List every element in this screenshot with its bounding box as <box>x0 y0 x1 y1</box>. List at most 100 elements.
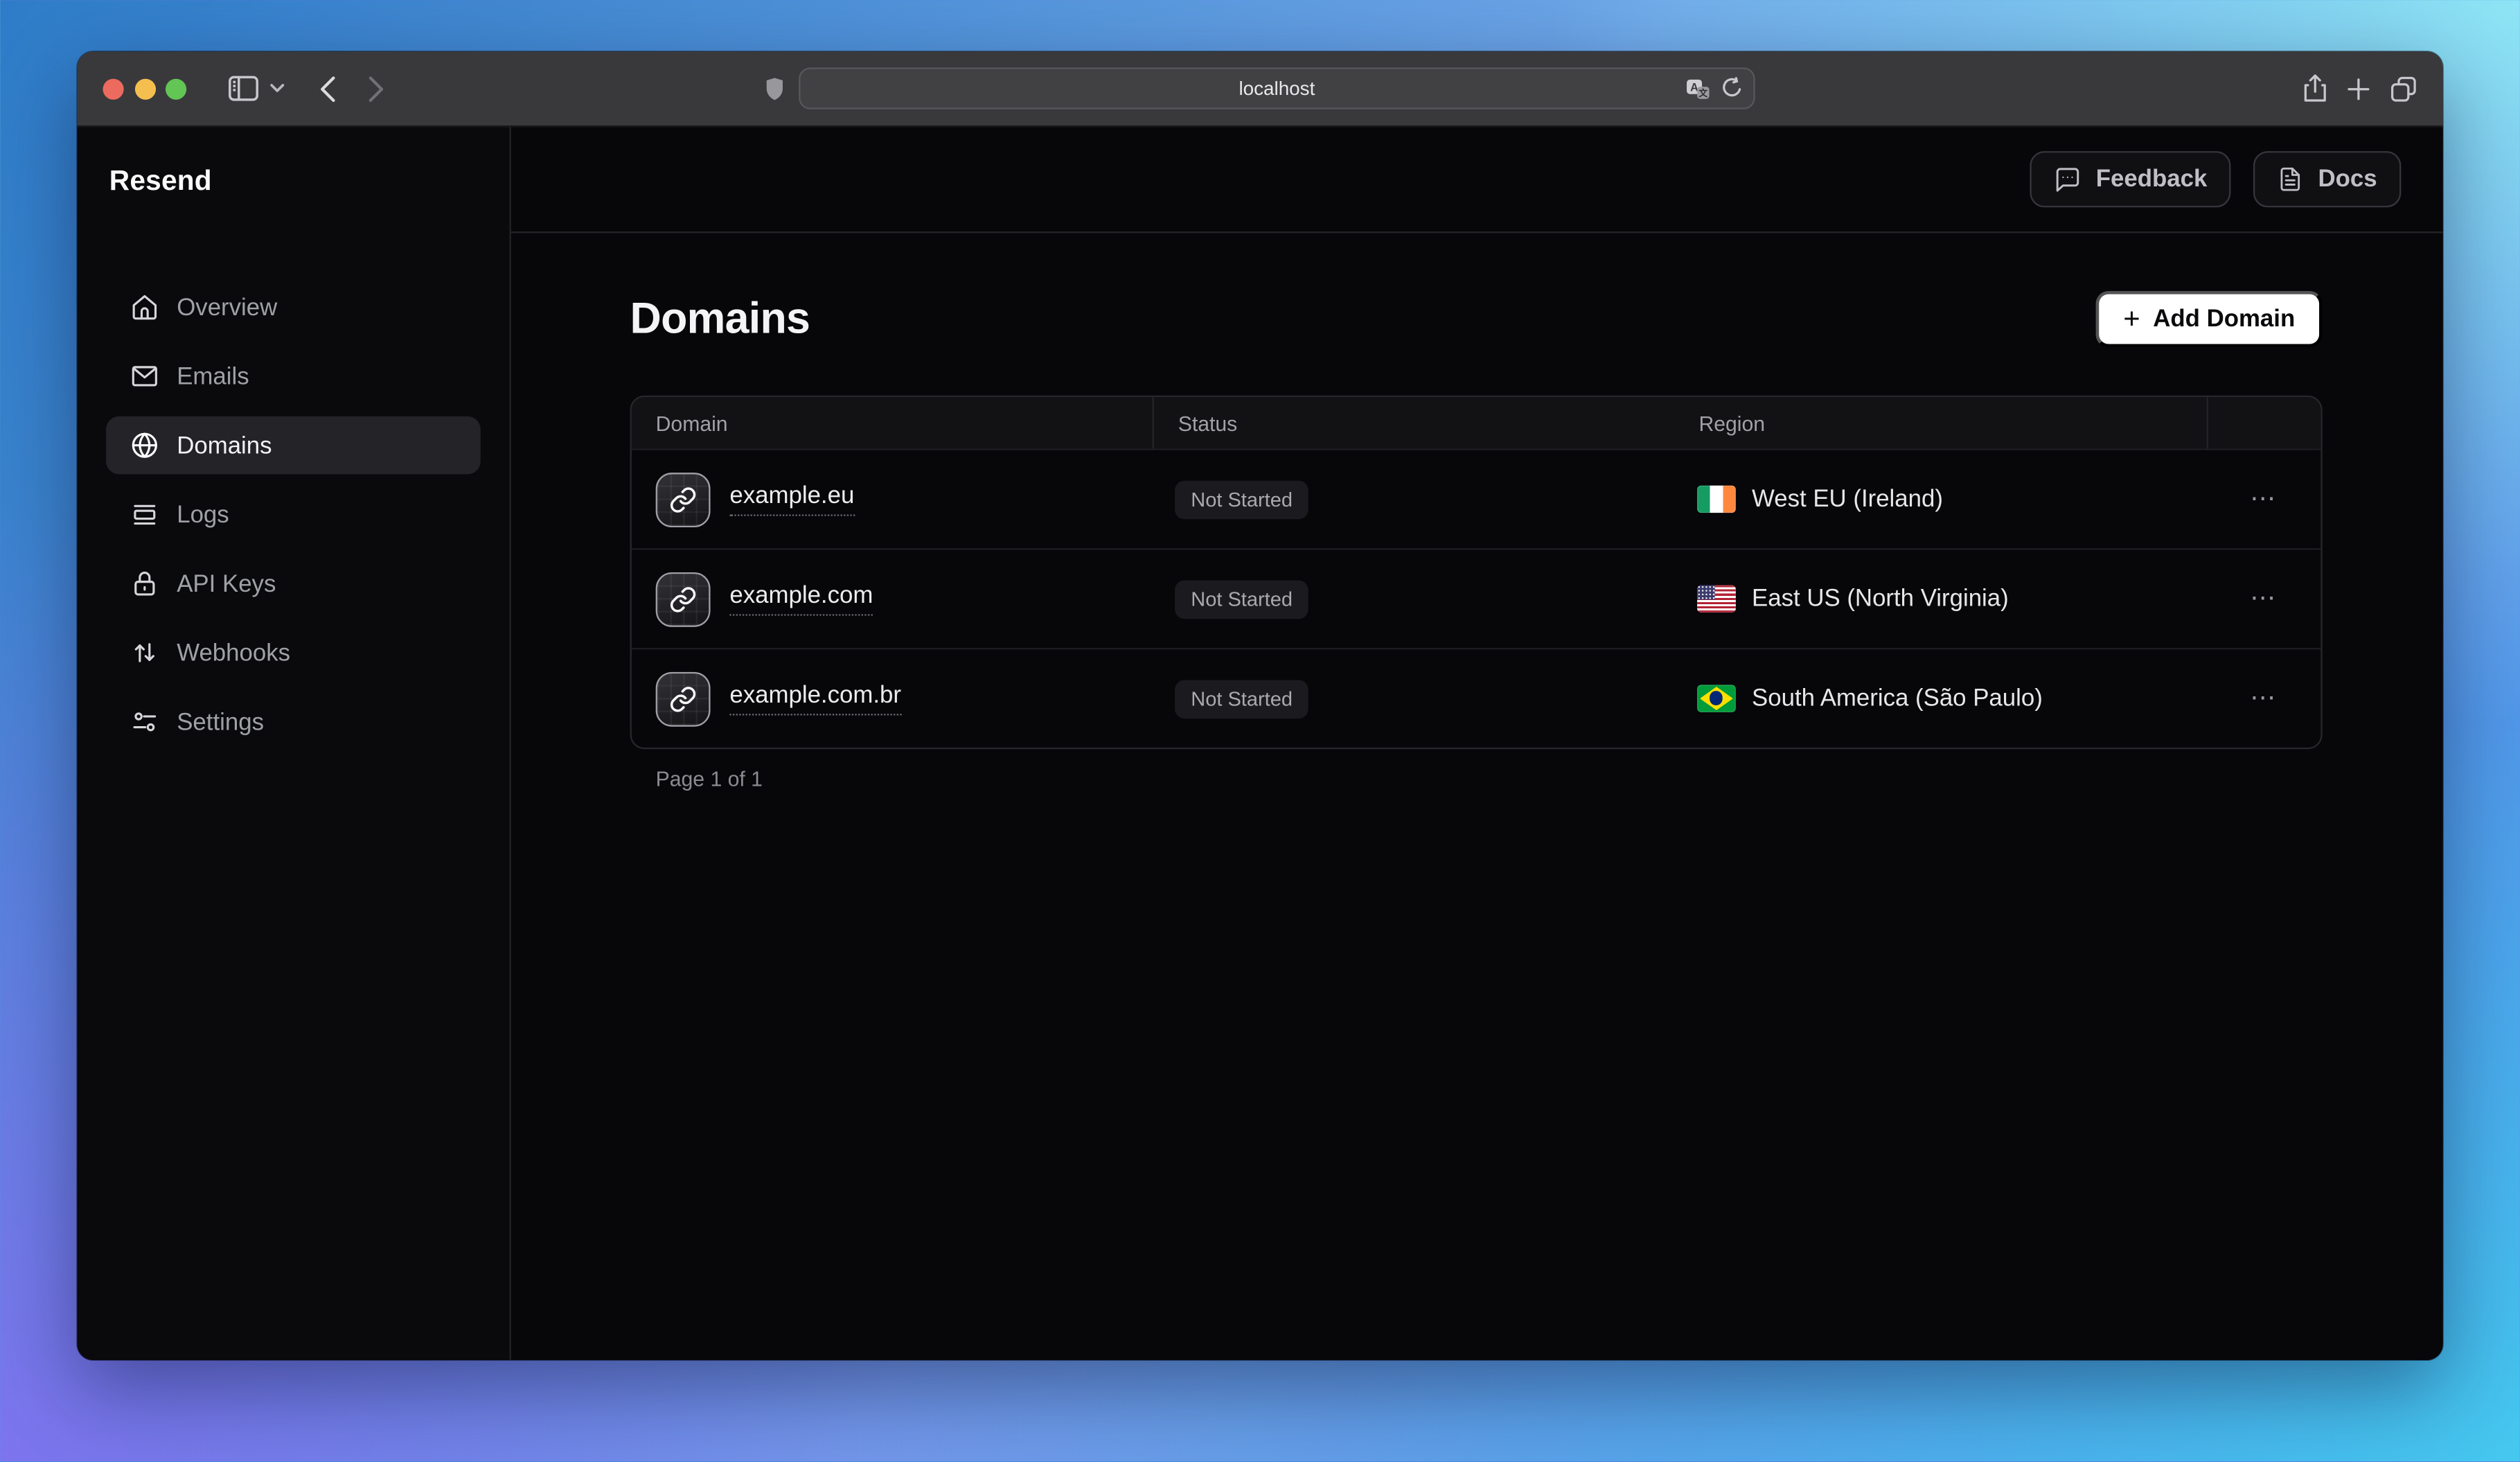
globe-icon <box>130 431 159 460</box>
feedback-bubble-icon <box>2054 166 2081 193</box>
app-root: Resend Overview <box>77 127 2442 1360</box>
desktop-background: localhost A 文 <box>0 0 2520 1462</box>
region-cell: West EU (Ireland) <box>1675 486 2207 513</box>
forward-button-icon[interactable] <box>368 75 384 102</box>
sidebar-item-api-keys[interactable]: API Keys <box>106 554 481 613</box>
link-icon <box>656 572 711 626</box>
reload-icon[interactable] <box>1721 77 1742 99</box>
region-label: East US (North Virginia) <box>1752 585 2009 613</box>
docs-button[interactable]: Docs <box>2254 151 2402 207</box>
logs-icon <box>130 500 159 529</box>
actions-cell: ⋯ <box>2207 686 2321 712</box>
sidebar-nav: Overview Emails <box>106 278 481 750</box>
sidebar-toggle-icon[interactable] <box>228 76 258 101</box>
browser-titlebar: localhost A 文 <box>77 51 2442 127</box>
page-head: Domains + Add Domain <box>630 291 2323 347</box>
domain-cell: example.com.br <box>632 671 1153 726</box>
docs-file-icon <box>2278 166 2303 193</box>
lock-icon <box>130 569 159 598</box>
sidebar-item-label: Overview <box>177 293 277 320</box>
sidebar-item-label: Settings <box>177 708 264 735</box>
sidebar-item-webhooks[interactable]: Webhooks <box>106 624 481 682</box>
region-label: South America (São Paulo) <box>1752 685 2043 712</box>
main-panel: Feedback Docs Domains <box>511 127 2443 1360</box>
plus-icon: + <box>2123 304 2140 333</box>
mail-icon <box>130 362 159 391</box>
address-bar-group: localhost A 文 <box>765 67 1755 109</box>
app-header: Feedback Docs <box>511 127 2443 233</box>
flag-usa-icon <box>1697 585 1736 613</box>
row-menu-icon[interactable]: ⋯ <box>2250 486 2277 512</box>
status-cell: Not Started <box>1153 480 1675 519</box>
column-header-status: Status <box>1153 397 1675 448</box>
translate-icon[interactable]: A 文 <box>1686 78 1710 99</box>
address-bar-actions: A 文 <box>1686 69 1742 108</box>
sidebar-item-emails[interactable]: Emails <box>106 347 481 405</box>
add-domain-button[interactable]: + Add Domain <box>2096 291 2323 347</box>
row-menu-icon[interactable]: ⋯ <box>2250 586 2277 612</box>
sidebar-item-settings[interactable]: Settings <box>106 693 481 751</box>
sidebar-item-label: Webhooks <box>177 639 290 666</box>
column-header-region: Region <box>1675 411 2207 435</box>
flag-brazil-icon <box>1697 685 1736 712</box>
sidebar-item-label: Logs <box>177 501 229 528</box>
resend-logo: Resend <box>109 164 481 198</box>
column-header-actions <box>2207 397 2321 448</box>
link-icon <box>656 472 711 527</box>
feedback-button[interactable]: Feedback <box>2030 151 2231 207</box>
status-badge: Not Started <box>1175 679 1308 718</box>
close-window-button[interactable] <box>103 78 123 99</box>
url-address-bar[interactable]: localhost A 文 <box>799 67 1755 109</box>
flag-ireland-icon <box>1697 486 1736 513</box>
back-button-icon[interactable] <box>320 75 336 102</box>
chevron-down-icon[interactable] <box>270 84 285 94</box>
sidebar-item-label: Domains <box>177 432 272 459</box>
window-controls <box>103 78 186 99</box>
minimize-window-button[interactable] <box>134 78 155 99</box>
region-label: West EU (Ireland) <box>1752 486 1943 513</box>
status-cell: Not Started <box>1153 579 1675 618</box>
url-text: localhost <box>1239 77 1315 99</box>
row-menu-icon[interactable]: ⋯ <box>2250 686 2277 712</box>
home-icon <box>130 292 159 322</box>
domain-cell: example.eu <box>632 472 1153 527</box>
share-icon[interactable] <box>2303 74 2327 103</box>
table-row: example.eu Not Started West EU (Ireland)… <box>632 448 2321 548</box>
table-row: example.com.br Not Started South America… <box>632 648 2321 748</box>
domain-link[interactable]: example.com <box>729 582 873 616</box>
actions-cell: ⋯ <box>2207 586 2321 612</box>
status-cell: Not Started <box>1153 679 1675 718</box>
sidebar-item-label: API Keys <box>177 570 276 597</box>
sliders-icon <box>130 707 159 737</box>
toolbar-left-group <box>228 75 384 102</box>
docs-button-label: Docs <box>2318 166 2377 193</box>
sidebar-item-overview[interactable]: Overview <box>106 278 481 336</box>
add-domain-button-label: Add Domain <box>2153 306 2295 333</box>
table-header: Domain Status Region <box>632 397 2321 448</box>
table-row: example.com Not Started East US (North V… <box>632 548 2321 648</box>
link-icon <box>656 671 711 726</box>
pagination-status: Page 1 of 1 <box>630 767 2323 791</box>
tab-overview-icon[interactable] <box>2390 75 2417 102</box>
svg-text:文: 文 <box>1698 87 1708 98</box>
sidebar-item-domains[interactable]: Domains <box>106 416 481 475</box>
status-badge: Not Started <box>1175 579 1308 618</box>
sidebar: Resend Overview <box>77 127 511 1360</box>
domains-table: Domain Status Region <box>630 396 2323 749</box>
arrows-up-down-icon <box>130 638 159 667</box>
region-cell: East US (North Virginia) <box>1675 585 2207 613</box>
domain-link[interactable]: example.com.br <box>729 682 901 716</box>
domain-cell: example.com <box>632 572 1153 626</box>
status-badge: Not Started <box>1175 480 1308 519</box>
sidebar-item-logs[interactable]: Logs <box>106 486 481 544</box>
actions-cell: ⋯ <box>2207 486 2321 512</box>
page-title: Domains <box>630 294 810 344</box>
zoom-window-button[interactable] <box>166 78 186 99</box>
sidebar-item-label: Emails <box>177 362 249 389</box>
column-header-domain: Domain <box>632 411 1153 435</box>
new-tab-icon[interactable] <box>2346 76 2370 100</box>
browser-window: localhost A 文 <box>77 51 2442 1360</box>
domain-link[interactable]: example.eu <box>729 482 854 516</box>
domains-page: Domains + Add Domain Domain Status Regio… <box>511 233 2443 1359</box>
privacy-shield-icon[interactable] <box>765 76 784 100</box>
